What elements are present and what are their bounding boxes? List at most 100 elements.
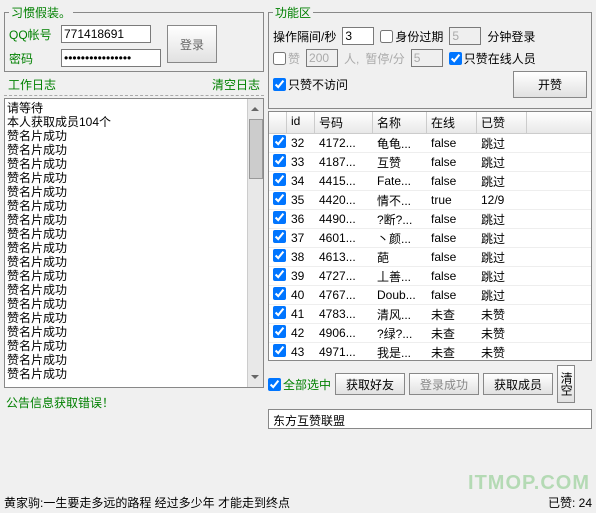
log-box: 请等待本人获取成员104个赞名片成功赞名片成功赞名片成功赞名片成功赞名片成功赞名…	[4, 98, 264, 388]
log-line: 赞名片成功	[7, 339, 261, 353]
log-line: 赞名片成功	[7, 353, 261, 367]
cell-online: false	[427, 250, 477, 264]
get-friends-button[interactable]: 获取好友	[335, 373, 405, 395]
cell-liked: 跳过	[477, 287, 527, 304]
row-checkbox[interactable]	[273, 173, 286, 186]
log-scroll-thumb[interactable]	[249, 119, 263, 179]
table-row[interactable]: 324172...龟龟...false跳过	[269, 134, 591, 153]
cell-id: 43	[287, 345, 315, 359]
login-success-button[interactable]: 登录成功	[409, 373, 479, 395]
cell-id: 36	[287, 212, 315, 226]
clear-log-button[interactable]: 清空日志	[212, 76, 260, 93]
cell-online: false	[427, 155, 477, 169]
cell-num: 4415...	[315, 174, 373, 188]
row-checkbox[interactable]	[273, 268, 286, 281]
identity-expire-checkbox[interactable]	[380, 30, 393, 43]
cell-num: 4601...	[315, 231, 373, 245]
table-row[interactable]: 434971...我是...未查未赞	[269, 343, 591, 360]
identity-input[interactable]	[449, 27, 481, 45]
cell-id: 37	[287, 231, 315, 245]
group-name-input[interactable]: 东方互赞联盟	[268, 409, 592, 429]
select-all-checkbox[interactable]	[268, 378, 281, 391]
only-online-checkbox[interactable]	[449, 52, 462, 65]
row-checkbox[interactable]	[273, 135, 286, 148]
start-like-button[interactable]: 开赞	[513, 71, 587, 98]
cell-name: 情不...	[373, 192, 427, 209]
table-row[interactable]: 334187...互赞false跳过	[269, 153, 591, 172]
qq-input[interactable]	[61, 25, 151, 43]
cell-id: 41	[287, 307, 315, 321]
th-num[interactable]: 号码	[315, 112, 373, 133]
table-row[interactable]: 354420...情不...true12/9	[269, 191, 591, 210]
cell-num: 4906...	[315, 326, 373, 340]
log-line: 赞名片成功	[7, 269, 261, 283]
cell-id: 32	[287, 136, 315, 150]
clear-button[interactable]: 清空	[557, 365, 575, 403]
log-line: 赞名片成功	[7, 283, 261, 297]
cell-name: 丄善...	[373, 268, 427, 285]
cell-online: false	[427, 136, 477, 150]
log-header: 工作日志 清空日志	[4, 74, 264, 96]
like-label: 赞	[288, 50, 300, 67]
table-row[interactable]: 344415...Fate...false跳过	[269, 172, 591, 191]
log-line: 赞名片成功	[7, 171, 261, 185]
table-row[interactable]: 384613...葩false跳过	[269, 248, 591, 267]
cell-id: 33	[287, 155, 315, 169]
row-checkbox[interactable]	[273, 325, 286, 338]
function-legend: 功能区	[273, 4, 313, 21]
row-checkbox[interactable]	[273, 249, 286, 262]
row-checkbox[interactable]	[273, 344, 286, 357]
th-liked[interactable]: 已赞	[477, 112, 527, 133]
table-row[interactable]: 414783...清风...未查未赞	[269, 305, 591, 324]
row-checkbox[interactable]	[273, 192, 286, 205]
row-checkbox[interactable]	[273, 211, 286, 224]
log-line: 请等待	[7, 101, 261, 115]
table-row[interactable]: 394727...丄善...false跳过	[269, 267, 591, 286]
log-line: 赞名片成功	[7, 311, 261, 325]
row-checkbox[interactable]	[273, 154, 286, 167]
th-online[interactable]: 在线	[427, 112, 477, 133]
cell-online: false	[427, 288, 477, 302]
pw-input[interactable]	[61, 49, 161, 67]
th-name[interactable]: 名称	[373, 112, 427, 133]
log-line: 赞名片成功	[7, 129, 261, 143]
table-row[interactable]: 424906...?绿?...未查未赞	[269, 324, 591, 343]
login-fieldset: 习惯假装。 QQ帐号 密码 登录	[4, 4, 264, 72]
table-header: id 号码 名称 在线 已赞	[269, 112, 591, 134]
table-row[interactable]: 364490...?断?...false跳过	[269, 210, 591, 229]
login-button[interactable]: 登录	[167, 25, 217, 63]
cell-id: 34	[287, 174, 315, 188]
row-checkbox[interactable]	[273, 230, 286, 243]
cell-name: 我是...	[373, 344, 427, 361]
min-login-label: 分钟登录	[487, 28, 535, 45]
get-members-button[interactable]: 获取成员	[483, 373, 553, 395]
cell-num: 4172...	[315, 136, 373, 150]
log-line: 赞名片成功	[7, 367, 261, 381]
table-row[interactable]: 404767...Doub...false跳过	[269, 286, 591, 305]
cell-online: false	[427, 231, 477, 245]
only-online-label: 只赞在线人员	[464, 50, 536, 67]
watermark: ITMOP.COM	[468, 472, 590, 495]
only-like-label: 只赞不访问	[288, 76, 348, 93]
log-scrollbar[interactable]	[247, 99, 263, 387]
interval-input[interactable]	[342, 27, 374, 45]
function-fieldset: 功能区 操作隔间/秒 身份过期 分钟登录 赞 人, 暂停/分 只赞在线人员 只赞…	[268, 4, 592, 109]
table-row[interactable]: 374601...丶颜...false跳过	[269, 229, 591, 248]
only-like-checkbox[interactable]	[273, 78, 286, 91]
log-line: 赞名片成功	[7, 255, 261, 269]
cell-num: 4490...	[315, 212, 373, 226]
row-checkbox[interactable]	[273, 306, 286, 319]
log-line: 赞名片成功	[7, 241, 261, 255]
cell-liked: 跳过	[477, 135, 527, 152]
member-table: id 号码 名称 在线 已赞 324172...龟龟...false跳过3341…	[268, 111, 592, 361]
row-checkbox[interactable]	[273, 287, 286, 300]
cell-liked: 跳过	[477, 268, 527, 285]
like-count-input	[306, 49, 338, 67]
footer-quote: 黄家驹:一生要走多远的路程 经过多少年 才能走到终点	[4, 494, 290, 511]
like-checkbox[interactable]	[273, 52, 286, 65]
cell-num: 4613...	[315, 250, 373, 264]
cell-id: 35	[287, 193, 315, 207]
pw-label: 密码	[9, 50, 57, 67]
th-id[interactable]: id	[287, 112, 315, 133]
log-line: 赞名片成功	[7, 157, 261, 171]
